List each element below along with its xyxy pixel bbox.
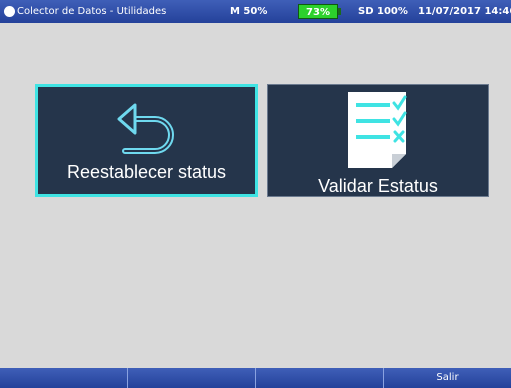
status-dot-icon — [4, 6, 15, 17]
battery-indicator: 73% — [298, 4, 338, 19]
status-bar: Colector de Datos - Utilidades M 50% 73%… — [0, 0, 511, 23]
date-time: 11/07/2017 14:46 — [418, 6, 511, 17]
validate-status-label: Validar Estatus — [318, 176, 438, 196]
validate-status-button[interactable]: Validar Estatus — [267, 84, 489, 197]
app-title: Colector de Datos - Utilidades — [17, 6, 167, 17]
reset-status-label: Reestablecer status — [66, 162, 227, 182]
exit-button[interactable]: Salir — [384, 368, 511, 388]
sd-indicator: SD 100% — [358, 6, 408, 17]
softkey-bar: Salir — [0, 368, 511, 388]
softkey-2[interactable] — [128, 368, 256, 388]
undo-arrow-icon — [117, 103, 174, 154]
softkey-3[interactable] — [256, 368, 384, 388]
battery-icon — [338, 8, 341, 15]
memory-indicator: M 50% — [230, 6, 268, 17]
reset-status-button[interactable]: Reestablecer status — [35, 84, 258, 197]
softkey-1[interactable] — [0, 368, 128, 388]
checklist-document-icon — [348, 92, 407, 168]
